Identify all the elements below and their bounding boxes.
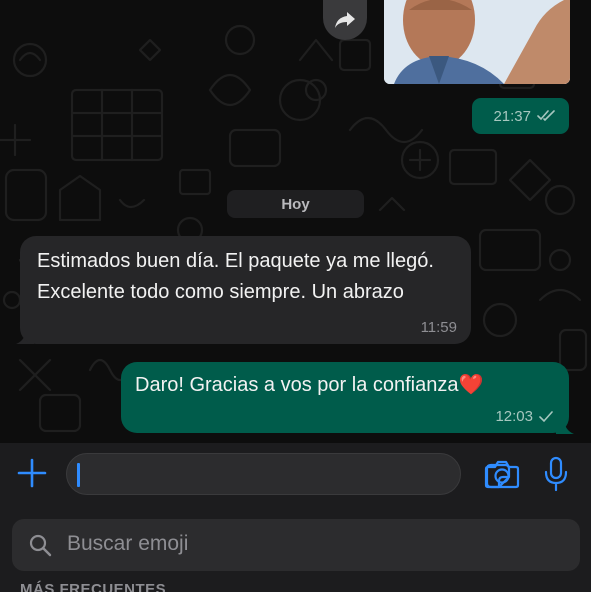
plus-icon[interactable]	[16, 457, 48, 489]
search-icon	[29, 534, 52, 557]
outgoing-message[interactable]: Daro! Gracias a vos por la confianza❤️ 1…	[121, 362, 569, 433]
message-time: 12:03	[495, 408, 533, 425]
message-text: Estimados buen día. El paquete ya me lle…	[37, 250, 434, 303]
message-text: Daro! Gracias a vos por la confianza❤️	[135, 374, 484, 396]
emoji-section-title: MÁS FRECUENTES	[20, 581, 167, 592]
emoji-search-placeholder: Buscar emoji	[67, 532, 189, 555]
single-check-icon	[539, 410, 553, 422]
composer-bar	[0, 443, 591, 505]
date-separator: Hoy	[227, 190, 364, 218]
emoji-panel: Buscar emoji MÁS FRECUENTES	[0, 505, 591, 592]
microphone-icon[interactable]	[541, 456, 571, 492]
double-check-icon	[537, 110, 555, 122]
message-time: 21:37	[493, 107, 531, 125]
forwarded-photo[interactable]	[384, 0, 570, 84]
forward-icon	[335, 12, 355, 28]
photo-content	[384, 0, 570, 84]
camera-icon[interactable]	[484, 458, 520, 490]
message-meta: 12:03	[495, 408, 553, 425]
chat-screen: 21:37 Hoy Estimados buen día. El paquete…	[0, 0, 591, 592]
earlier-message-meta[interactable]: 21:37	[472, 98, 569, 134]
incoming-message[interactable]: Estimados buen día. El paquete ya me lle…	[20, 236, 471, 344]
emoji-search-field[interactable]: Buscar emoji	[12, 519, 580, 571]
text-cursor	[77, 463, 80, 487]
chat-area[interactable]: 21:37 Hoy Estimados buen día. El paquete…	[0, 0, 591, 443]
message-input[interactable]	[66, 453, 511, 495]
message-time: 11:59	[420, 319, 457, 336]
